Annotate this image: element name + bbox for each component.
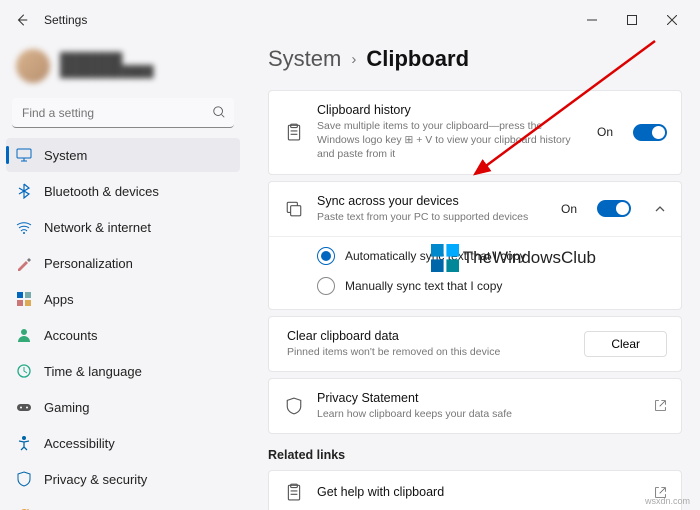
minimize-button[interactable]: [572, 6, 612, 34]
nav-item-time[interactable]: Time & language: [6, 354, 240, 388]
nav-label: Apps: [44, 292, 74, 307]
nav-label: Bluetooth & devices: [44, 184, 159, 199]
chevron-up-icon: [653, 203, 667, 215]
network-icon: [16, 219, 32, 235]
radio-label: Automatically sync text that I copy: [345, 249, 526, 263]
nav-item-accessibility[interactable]: Accessibility: [6, 426, 240, 460]
nav-item-network[interactable]: Network & internet: [6, 210, 240, 244]
privacy-icon: [16, 471, 32, 487]
nav-label: Gaming: [44, 400, 90, 415]
bluetooth-icon: [16, 183, 32, 199]
nav-item-accounts[interactable]: Accounts: [6, 318, 240, 352]
radio-indicator: [317, 277, 335, 295]
card-desc: Paste text from your PC to supported dev…: [317, 210, 549, 224]
personalization-icon: [16, 255, 32, 271]
sidebar: ████████ ████████████ System Bluetooth &…: [0, 40, 246, 510]
radio-label: Manually sync text that I copy: [345, 279, 502, 293]
shield-icon: [283, 397, 305, 415]
card-title: Clipboard history: [317, 103, 585, 117]
sync-expand-row[interactable]: Sync across your devices Paste text from…: [269, 182, 681, 236]
close-button[interactable]: [652, 6, 692, 34]
card-desc: Pinned items won't be removed on this de…: [287, 345, 572, 359]
main-content: System › Clipboard Clipboard history Sav…: [246, 40, 700, 510]
nav-label: Time & language: [44, 364, 142, 379]
breadcrumb-parent[interactable]: System: [268, 46, 341, 72]
nav-item-gaming[interactable]: Gaming: [6, 390, 240, 424]
external-link-icon: [654, 399, 667, 412]
chevron-right-icon: ›: [351, 51, 356, 68]
related-heading: Related links: [268, 448, 682, 462]
gaming-icon: [16, 399, 32, 415]
nav-item-bluetooth[interactable]: Bluetooth & devices: [6, 174, 240, 208]
titlebar: Settings: [0, 0, 700, 40]
accessibility-icon: [16, 435, 32, 451]
nav-item-personalization[interactable]: Personalization: [6, 246, 240, 280]
nav-item-privacy[interactable]: Privacy & security: [6, 462, 240, 496]
accounts-icon: [16, 327, 32, 343]
clipboard-icon: [283, 483, 305, 501]
radio-auto-sync[interactable]: Automatically sync text that I copy: [317, 247, 667, 265]
window-controls: [572, 6, 692, 34]
window-title: Settings: [44, 13, 87, 27]
time-icon: [16, 363, 32, 379]
clear-button[interactable]: Clear: [584, 331, 667, 357]
nav-label: Accounts: [44, 328, 97, 343]
avatar: [16, 49, 50, 83]
breadcrumb: System › Clipboard: [268, 46, 682, 72]
privacy-card[interactable]: Privacy Statement Learn how clipboard ke…: [268, 378, 682, 434]
nav-label: Accessibility: [44, 436, 115, 451]
apps-icon: [16, 291, 32, 307]
card-title: Privacy Statement: [317, 391, 642, 405]
sync-toggle[interactable]: [597, 200, 631, 217]
clear-data-card: Clear clipboard data Pinned items won't …: [268, 316, 682, 372]
card-desc: Save multiple items to your clipboard—pr…: [317, 119, 585, 162]
nav-label: System: [44, 148, 87, 163]
sync-devices-card: Sync across your devices Paste text from…: [268, 181, 682, 310]
card-title: Get help with clipboard: [317, 485, 642, 499]
card-desc: Learn how clipboard keeps your data safe: [317, 407, 642, 421]
help-card[interactable]: Get help with clipboard: [268, 470, 682, 510]
nav-item-update[interactable]: Windows Update: [6, 498, 240, 510]
clipboard-history-card: Clipboard history Save multiple items to…: [268, 90, 682, 175]
profile-section[interactable]: ████████ ████████████: [6, 40, 240, 92]
sync-options: Automatically sync text that I copy Manu…: [269, 236, 681, 309]
clipboard-icon: [283, 123, 305, 141]
search-icon: [212, 105, 226, 119]
radio-indicator: [317, 247, 335, 265]
nav-label: Privacy & security: [44, 472, 147, 487]
breadcrumb-current: Clipboard: [366, 46, 469, 72]
footer-watermark: wsxdn.com: [645, 496, 690, 506]
profile-text: ████████ ████████████: [60, 53, 154, 79]
toggle-status: On: [597, 125, 613, 139]
arrow-left-icon: [15, 13, 29, 27]
radio-manual-sync[interactable]: Manually sync text that I copy: [317, 277, 667, 295]
card-title: Sync across your devices: [317, 194, 549, 208]
search-input[interactable]: [12, 98, 234, 128]
back-button[interactable]: [8, 6, 36, 34]
card-title: Clear clipboard data: [287, 329, 572, 343]
nav-list: System Bluetooth & devices Network & int…: [6, 138, 240, 510]
history-toggle[interactable]: [633, 124, 667, 141]
sync-icon: [283, 200, 305, 218]
nav-item-system[interactable]: System: [6, 138, 240, 172]
nav-item-apps[interactable]: Apps: [6, 282, 240, 316]
toggle-status: On: [561, 202, 577, 216]
system-icon: [16, 147, 32, 163]
nav-label: Personalization: [44, 256, 133, 271]
nav-label: Network & internet: [44, 220, 151, 235]
maximize-button[interactable]: [612, 6, 652, 34]
